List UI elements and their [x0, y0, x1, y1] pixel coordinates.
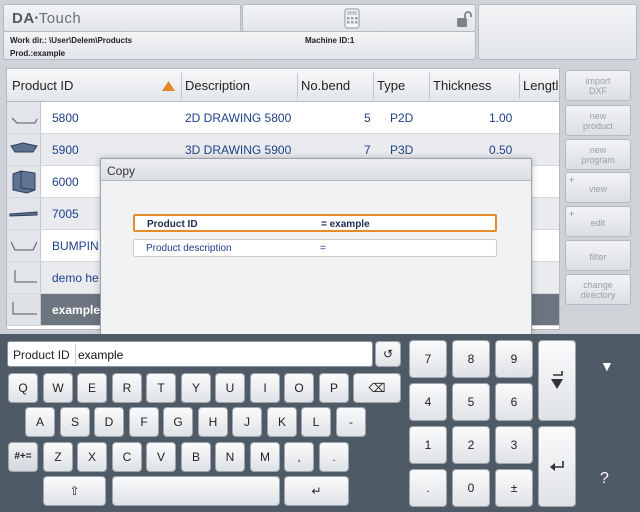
enter-key[interactable]: ↵ — [284, 476, 349, 506]
machine-id: Machine ID:1 — [305, 36, 355, 45]
key-a[interactable]: A — [25, 407, 55, 437]
product-thumbnail — [7, 262, 41, 293]
key-s[interactable]: S — [60, 407, 90, 437]
numpad-9[interactable]: 9 — [495, 340, 533, 378]
keyboard-input-value: example — [78, 348, 124, 362]
numpad-enter-key[interactable] — [538, 426, 576, 507]
keyboard-input-field[interactable]: Product ID example — [7, 341, 373, 367]
product-thumbnail — [7, 166, 41, 197]
key-c[interactable]: C — [112, 442, 142, 472]
key-y[interactable]: Y — [181, 373, 211, 403]
table-header: Product ID Description No.bend Type Thic… — [7, 69, 559, 102]
col-thickness[interactable]: Thickness — [433, 78, 492, 93]
numpad-6[interactable]: 6 — [495, 383, 533, 421]
undo-icon: ↺ — [382, 347, 394, 361]
numpad-decimal[interactable]: . — [409, 469, 447, 507]
view-button[interactable]: + view — [565, 172, 631, 203]
undo-button[interactable]: ↺ — [375, 341, 401, 367]
product-description-field[interactable]: Product description = — [133, 239, 497, 257]
key-r[interactable]: R — [112, 373, 142, 403]
backspace-key[interactable]: ⌫ — [353, 373, 401, 403]
space-key[interactable] — [112, 476, 280, 506]
keyboard-input-label: Product ID — [13, 348, 70, 362]
key-g[interactable]: G — [163, 407, 193, 437]
change-directory-button[interactable]: change directory — [565, 274, 631, 305]
numpad-8[interactable]: 8 — [452, 340, 490, 378]
key-e[interactable]: E — [77, 373, 107, 403]
key-t[interactable]: T — [146, 373, 176, 403]
key-dash[interactable]: - — [336, 407, 366, 437]
chevron-down-icon: ▼ — [600, 358, 614, 374]
import-dxf-button[interactable]: import DXF — [565, 70, 631, 101]
numpad-0[interactable]: 0 — [452, 469, 490, 507]
work-dir: Work dir.: \User\Delem\Products — [10, 36, 133, 45]
product-thumbnail — [7, 230, 41, 261]
unlock-icon[interactable] — [456, 10, 472, 28]
info-box: Work dir.: \User\Delem\Products Machine … — [3, 31, 476, 60]
status-bar-center — [242, 4, 476, 32]
copy-dialog: Copy Product ID = example Product descri… — [100, 158, 532, 336]
status-bar-right — [478, 4, 637, 60]
current-product: Prod.:example — [10, 49, 66, 58]
key-h[interactable]: H — [198, 407, 228, 437]
table-row[interactable]: 5800 2D DRAWING 5800 5 P2D 1.00 — [7, 102, 559, 134]
col-description[interactable]: Description — [185, 78, 250, 93]
key-q[interactable]: Q — [8, 373, 38, 403]
backspace-icon: ⌫ — [368, 381, 386, 395]
logo: DA•Touch — [12, 10, 82, 27]
key-f[interactable]: F — [129, 407, 159, 437]
key-p[interactable]: P — [319, 373, 349, 403]
key-z[interactable]: Z — [43, 442, 73, 472]
logo-box: DA•Touch — [3, 4, 241, 32]
product-thumbnail — [7, 134, 41, 165]
key-u[interactable]: U — [215, 373, 245, 403]
key-k[interactable]: K — [267, 407, 297, 437]
new-program-button[interactable]: new program — [565, 139, 631, 170]
key-x[interactable]: X — [77, 442, 107, 472]
key-l[interactable]: L — [301, 407, 331, 437]
numpad-plus-minus[interactable]: ± — [495, 469, 533, 507]
numpad-5[interactable]: 5 — [452, 383, 490, 421]
key-n[interactable]: N — [215, 442, 245, 472]
col-type[interactable]: Type — [377, 78, 405, 93]
key-period[interactable]: . — [319, 442, 349, 472]
hide-keyboard-button[interactable]: ▼ — [600, 358, 614, 374]
key-w[interactable]: W — [43, 373, 73, 403]
col-no-bend[interactable]: No.bend — [301, 78, 350, 93]
key-m[interactable]: M — [250, 442, 280, 472]
enter-icon: ↵ — [311, 484, 322, 498]
filter-button[interactable]: filter — [565, 240, 631, 271]
symbols-key[interactable]: #+= — [8, 442, 38, 472]
col-length[interactable]: Lengtl — [523, 78, 558, 93]
product-thumbnail — [7, 294, 41, 325]
edit-button[interactable]: + edit — [565, 206, 631, 237]
shift-key[interactable]: ⇧ — [43, 476, 106, 506]
calculator-icon[interactable] — [344, 8, 360, 29]
col-product-id[interactable]: Product ID — [12, 78, 73, 93]
help-button[interactable]: ? — [600, 470, 609, 488]
new-product-button[interactable]: new product — [565, 105, 631, 136]
key-comma[interactable]: , — [284, 442, 314, 472]
product-id-field[interactable]: Product ID = example — [133, 214, 497, 232]
next-field-icon — [551, 371, 563, 389]
product-thumbnail — [7, 102, 41, 133]
tab-next-key[interactable] — [538, 340, 576, 421]
key-i[interactable]: I — [250, 373, 280, 403]
key-v[interactable]: V — [146, 442, 176, 472]
numpad-3[interactable]: 3 — [495, 426, 533, 464]
numpad-1[interactable]: 1 — [409, 426, 447, 464]
numpad-7[interactable]: 7 — [409, 340, 447, 378]
key-b[interactable]: B — [181, 442, 211, 472]
dialog-title: Copy — [107, 164, 136, 178]
product-thumbnail — [7, 198, 41, 229]
numpad-2[interactable]: 2 — [452, 426, 490, 464]
numpad-4[interactable]: 4 — [409, 383, 447, 421]
sort-ascending-icon[interactable] — [162, 81, 175, 91]
shift-icon: ⇧ — [69, 484, 80, 498]
key-d[interactable]: D — [94, 407, 124, 437]
key-j[interactable]: J — [232, 407, 262, 437]
enter-icon — [550, 461, 564, 471]
key-o[interactable]: O — [284, 373, 314, 403]
dialog-title-bar: Copy — [101, 159, 531, 181]
